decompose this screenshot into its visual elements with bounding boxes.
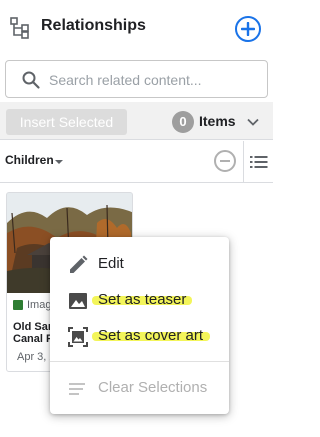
filter-row: Children — [0, 141, 273, 183]
menu-item-set-teaser[interactable]: Set as teaser — [50, 282, 229, 318]
panel-title: Relationships — [41, 17, 146, 34]
add-relationship-button[interactable] — [235, 16, 261, 42]
items-label[interactable]: Items — [199, 113, 236, 129]
relationships-icon — [10, 17, 29, 39]
plus-icon — [241, 22, 255, 36]
menu-divider — [50, 361, 229, 362]
menu-item-clear-selections[interactable]: Clear Selections — [50, 370, 229, 406]
menu-item-label: Clear Selections — [98, 379, 208, 396]
menu-item-set-cover-art[interactable]: Set as cover art — [50, 318, 229, 354]
menu-item-label: Set as cover art — [98, 327, 204, 344]
search-icon — [22, 71, 40, 89]
menu-item-label: Edit — [98, 255, 124, 272]
image-icon — [69, 293, 87, 309]
cover-art-icon — [68, 327, 88, 347]
clear-lines-icon — [69, 383, 85, 395]
menu-item-label: Set as teaser — [98, 291, 187, 308]
panel-header: Relationships — [0, 0, 273, 56]
divider — [243, 141, 244, 183]
list-view-icon[interactable] — [250, 154, 268, 170]
insert-selected-button[interactable]: Insert Selected — [6, 109, 127, 135]
relation-select[interactable]: Children — [5, 153, 54, 167]
search-input[interactable] — [49, 69, 259, 91]
image-type-icon — [13, 300, 23, 310]
item-count-badge: 0 — [172, 111, 194, 133]
menu-item-edit[interactable]: Edit — [50, 246, 229, 282]
remove-circle-icon[interactable] — [214, 150, 236, 172]
caret-down-icon[interactable] — [55, 160, 63, 164]
chevron-down-icon[interactable] — [245, 114, 261, 130]
selection-toolbar: Insert Selected 0 Items — [0, 102, 273, 140]
pencil-icon — [70, 255, 88, 273]
context-menu: Edit Set as teaser Set as cover art Clea… — [50, 237, 229, 414]
search-box — [5, 60, 268, 98]
